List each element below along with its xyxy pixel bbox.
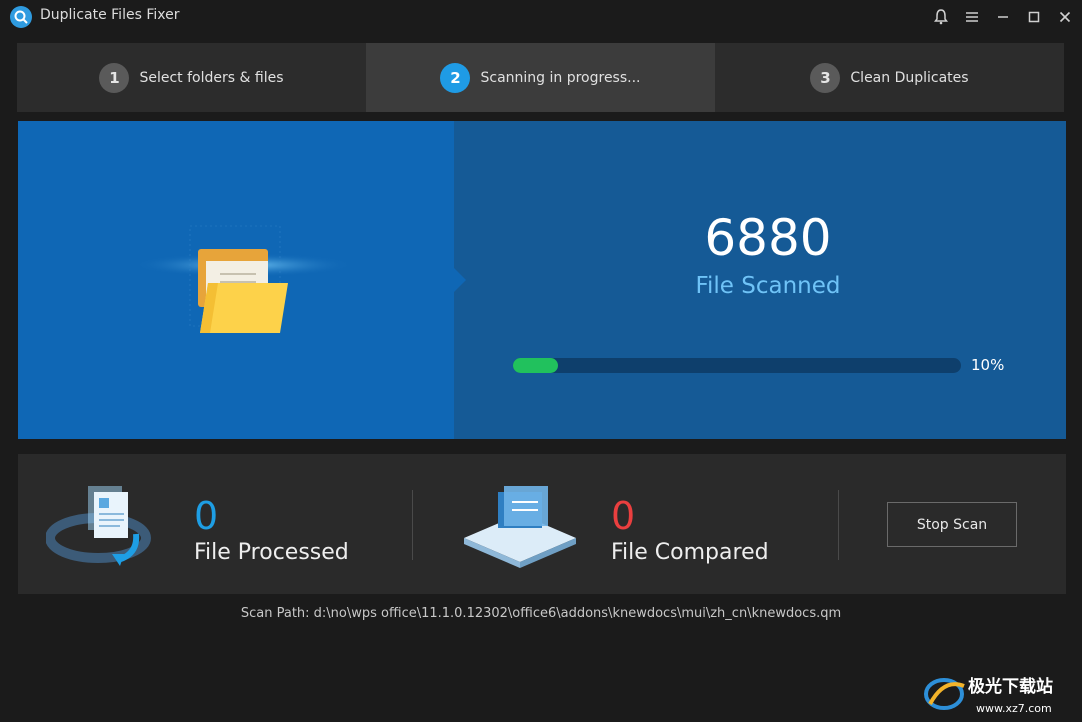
files-processed-icon [46,486,151,566]
scan-progress-bar [513,358,961,373]
site-watermark-logo: 极光下载站 www.xz7.com [920,668,1080,718]
step-scanning[interactable]: 2 Scanning in progress... [366,43,715,112]
step-label: Scanning in progress... [480,69,641,86]
scan-illustration-panel [18,121,454,439]
watermark-text: 极光下载站 [968,676,1053,697]
app-title: Duplicate Files Fixer [40,7,180,23]
close-icon[interactable] [1053,5,1077,29]
files-processed-count: 0 [194,494,219,538]
files-compared-label: File Compared [611,540,769,565]
step-number: 1 [99,62,130,93]
divider [838,490,839,560]
watermark-url: www.xz7.com [976,702,1052,715]
scan-panel: 6880 File Scanned 10% [18,121,1066,439]
files-scanned-label: File Scanned [695,273,841,299]
divider [412,490,413,560]
step-number: 3 [810,62,841,93]
files-compared-count: 0 [611,494,636,538]
scan-progress-fill [513,358,558,373]
files-compared-icon [464,486,576,568]
minimize-icon[interactable] [991,5,1015,29]
app-logo-icon [10,6,32,28]
step-number: 2 [440,62,471,93]
stats-panel: 0 File Processed 0 File Compared Stop Sc… [18,454,1066,594]
folder-scan-icon [133,225,353,333]
step-clean-duplicates[interactable]: 3 Clean Duplicates [715,43,1064,112]
bell-icon[interactable] [929,5,953,29]
step-label: Clean Duplicates [850,69,969,86]
maximize-icon[interactable] [1022,5,1046,29]
stop-scan-button[interactable]: Stop Scan [887,502,1017,547]
title-bar: Duplicate Files Fixer [0,0,1082,34]
files-processed-label: File Processed [194,540,349,565]
files-scanned-count: 6880 [704,209,832,267]
step-label: Select folders & files [139,69,284,86]
menu-icon[interactable] [960,5,984,29]
step-select-folders[interactable]: 1 Select folders & files [17,43,366,112]
scan-progress-percent: 10% [971,356,1005,374]
step-tabs: 1 Select folders & files 2 Scanning in p… [17,43,1064,112]
scan-path-text: Scan Path: d:\no\wps office\11.1.0.12302… [240,606,842,621]
